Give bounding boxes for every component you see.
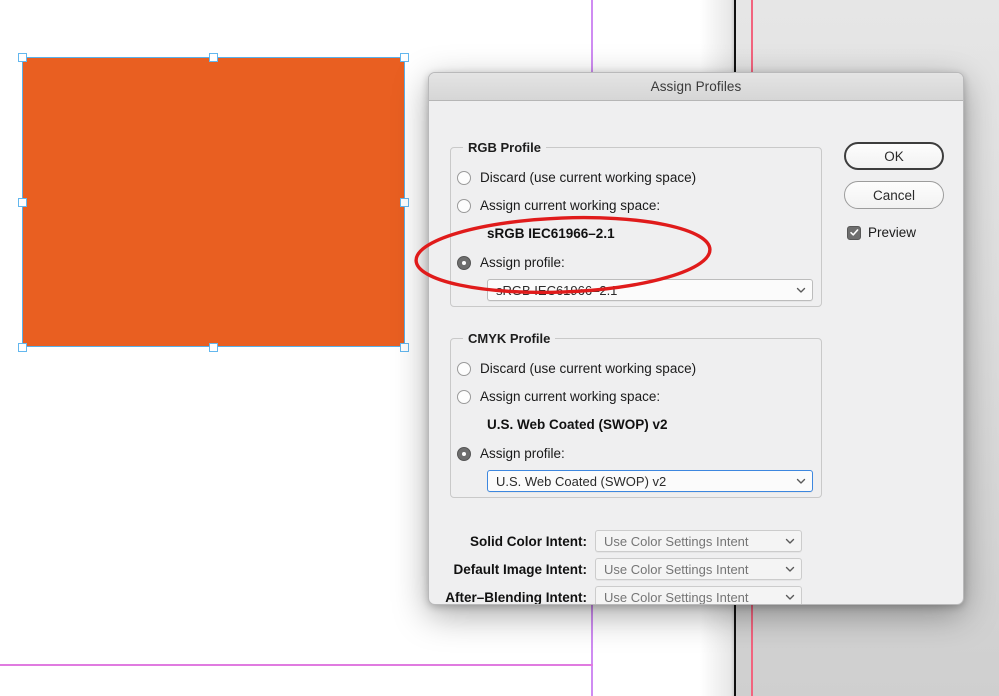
selection-handle-top-left[interactable] [18, 53, 27, 62]
default-image-intent-select[interactable]: Use Color Settings Intent [595, 558, 802, 580]
solid-color-intent-row: Solid Color Intent: Use Color Settings I… [443, 530, 802, 552]
dialog-body: RGB Profile Discard (use current working… [429, 101, 963, 605]
dialog-title: Assign Profiles [650, 79, 742, 94]
rgb-working-space-option[interactable]: Assign current working space: [457, 198, 660, 213]
chevron-down-icon [784, 535, 796, 547]
rgb-assign-profile-value: sRGB IEC61966–2.1 [496, 282, 618, 298]
radio-icon[interactable] [457, 170, 471, 185]
chevron-down-icon [795, 475, 807, 487]
solid-color-intent-label: Solid Color Intent: [470, 533, 587, 549]
chevron-down-icon [784, 591, 796, 603]
rgb-profile-group-title: RGB Profile [463, 140, 546, 155]
default-image-intent-label: Default Image Intent: [453, 561, 587, 577]
cmyk-assign-profile-label: Assign profile: [480, 446, 565, 461]
application-canvas: Assign Profiles RGB Profile Discard (use… [0, 0, 999, 696]
default-image-intent-row: Default Image Intent: Use Color Settings… [443, 558, 802, 580]
rgb-working-space-label: Assign current working space: [480, 198, 661, 213]
cmyk-assign-profile-select[interactable]: U.S. Web Coated (SWOP) v2 [487, 470, 813, 492]
cmyk-assign-profile-value: U.S. Web Coated (SWOP) v2 [496, 473, 667, 489]
chevron-down-icon [795, 284, 807, 296]
cmyk-working-space-option[interactable]: Assign current working space: [457, 389, 660, 404]
selection-handle-middle-left[interactable] [18, 198, 27, 207]
rgb-assign-profile-option[interactable]: Assign profile: [457, 255, 565, 270]
cmyk-discard-option[interactable]: Discard (use current working space) [457, 361, 696, 376]
preview-label: Preview [868, 225, 917, 240]
selection-handle-middle-right[interactable] [400, 198, 409, 207]
selection-handle-top-center[interactable] [209, 53, 218, 62]
radio-icon[interactable] [457, 255, 471, 270]
cmyk-working-space-label: Assign current working space: [480, 389, 661, 404]
chevron-down-icon [784, 563, 796, 575]
preview-checkbox-row[interactable]: Preview [847, 225, 916, 240]
selection-handle-bottom-center[interactable] [209, 343, 218, 352]
ok-button-label: OK [884, 148, 904, 164]
after-blending-intent-value: Use Color Settings Intent [604, 589, 749, 605]
after-blending-intent-label: After–Blending Intent: [445, 589, 587, 605]
after-blending-intent-row: After–Blending Intent: Use Color Setting… [443, 586, 802, 605]
cmyk-assign-profile-option[interactable]: Assign profile: [457, 446, 565, 461]
cancel-button-label: Cancel [872, 187, 916, 203]
orange-rectangle-artwork[interactable] [22, 57, 405, 347]
rgb-working-space-value: sRGB IEC61966–2.1 [487, 226, 615, 241]
radio-icon[interactable] [457, 361, 471, 376]
rgb-assign-profile-label: Assign profile: [480, 255, 565, 270]
assign-profiles-dialog: Assign Profiles RGB Profile Discard (use… [428, 72, 964, 605]
rgb-discard-option[interactable]: Discard (use current working space) [457, 170, 696, 185]
ok-button[interactable]: OK [844, 142, 944, 170]
selection-handle-top-right[interactable] [400, 53, 409, 62]
cmyk-profile-group-title: CMYK Profile [463, 331, 556, 346]
radio-icon[interactable] [457, 198, 471, 213]
solid-color-intent-value: Use Color Settings Intent [604, 533, 749, 549]
cmyk-working-space-value: U.S. Web Coated (SWOP) v2 [487, 417, 668, 432]
rgb-assign-profile-select[interactable]: sRGB IEC61966–2.1 [487, 279, 813, 301]
dialog-titlebar[interactable]: Assign Profiles [429, 73, 963, 101]
cancel-button[interactable]: Cancel [844, 181, 944, 209]
cmyk-discard-label: Discard (use current working space) [480, 361, 697, 376]
default-image-intent-value: Use Color Settings Intent [604, 561, 749, 577]
after-blending-intent-select[interactable]: Use Color Settings Intent [595, 586, 802, 605]
radio-icon[interactable] [457, 446, 471, 461]
checkbox-checked-icon[interactable] [847, 225, 861, 240]
solid-color-intent-select[interactable]: Use Color Settings Intent [595, 530, 802, 552]
selection-handle-bottom-left[interactable] [18, 343, 27, 352]
radio-icon[interactable] [457, 389, 471, 404]
selection-handle-bottom-right[interactable] [400, 343, 409, 352]
horizontal-margin-guide [0, 664, 593, 666]
rgb-discard-label: Discard (use current working space) [480, 170, 697, 185]
